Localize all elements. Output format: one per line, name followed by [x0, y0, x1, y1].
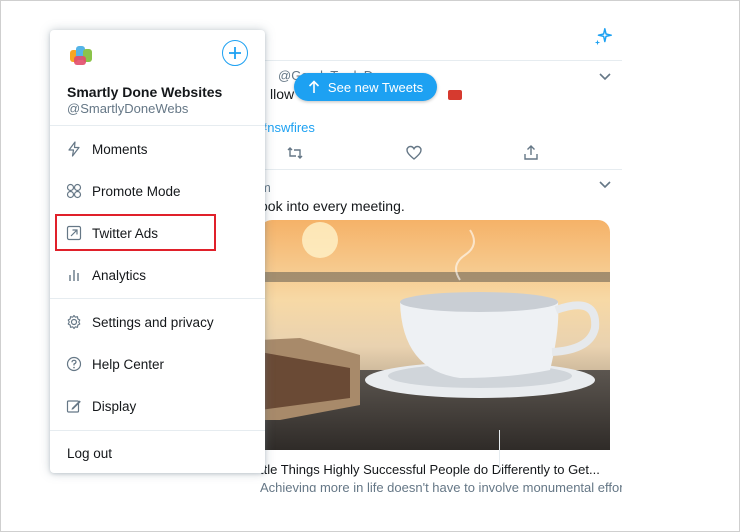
menu-item-label: Display — [92, 398, 137, 414]
divider — [50, 125, 265, 126]
menu-item-label: Analytics — [92, 267, 147, 283]
arrow-up-icon — [308, 80, 319, 93]
plus-icon — [229, 47, 241, 59]
avatar[interactable] — [68, 44, 96, 68]
menu-item-twitter-ads[interactable]: Twitter Ads — [50, 215, 265, 251]
chevron-down-icon[interactable] — [598, 72, 612, 82]
link-card-description: Achieving more in life doesn't have to i… — [260, 480, 622, 492]
promote-icon — [66, 183, 82, 199]
fire-truck-emoji — [448, 90, 463, 101]
help-circle-icon — [66, 356, 82, 372]
menu-item-label: Twitter Ads — [92, 225, 159, 241]
log-out-button[interactable]: Log out — [67, 446, 112, 461]
chevron-down-icon[interactable] — [598, 180, 612, 190]
coffee-cup-photo — [260, 220, 610, 450]
retweet-icon[interactable] — [286, 144, 304, 162]
like-icon[interactable] — [405, 144, 423, 162]
external-arrow-icon — [66, 225, 82, 241]
divider — [50, 298, 265, 299]
menu-item-label: Help Center — [92, 356, 165, 372]
menu-item-analytics[interactable]: Analytics — [50, 257, 265, 293]
menu-item-promote-mode[interactable]: Promote Mode — [50, 173, 265, 209]
lightning-icon — [68, 141, 80, 157]
tweet-text: ook into every meeting. — [260, 198, 405, 214]
menu-item-label: Promote Mode — [92, 183, 181, 199]
display-edit-icon — [66, 400, 81, 413]
menu-item-label: Settings and privacy — [92, 314, 214, 330]
share-icon[interactable] — [522, 144, 540, 162]
menu-item-display[interactable]: Display — [50, 388, 265, 424]
account-name[interactable]: Smartly Done Websites — [67, 84, 222, 100]
bar-chart-icon — [69, 270, 79, 281]
account-menu: Smartly Done Websites @SmartlyDoneWebs M… — [50, 30, 265, 473]
menu-item-help-center[interactable]: Help Center — [50, 346, 265, 382]
divider — [50, 430, 265, 431]
menu-item-moments[interactable]: Moments — [50, 131, 265, 167]
account-handle: @SmartlyDoneWebs — [67, 101, 189, 116]
gear-icon — [67, 314, 81, 330]
tweet-photo[interactable] — [260, 220, 610, 450]
tweet-text-fragment: llow — [270, 86, 295, 102]
add-account-button[interactable] — [222, 40, 248, 66]
see-new-tweets-button[interactable]: See new Tweets — [294, 73, 437, 101]
menu-item-label: Moments — [92, 141, 148, 157]
see-new-tweets-label: See new Tweets — [327, 79, 424, 95]
hashtag-link[interactable]: #nswfires — [260, 120, 315, 135]
menu-item-settings-and-privacy[interactable]: Settings and privacy — [50, 304, 265, 340]
sparkle-icon[interactable] — [592, 26, 614, 48]
tweet-actions — [260, 144, 550, 164]
